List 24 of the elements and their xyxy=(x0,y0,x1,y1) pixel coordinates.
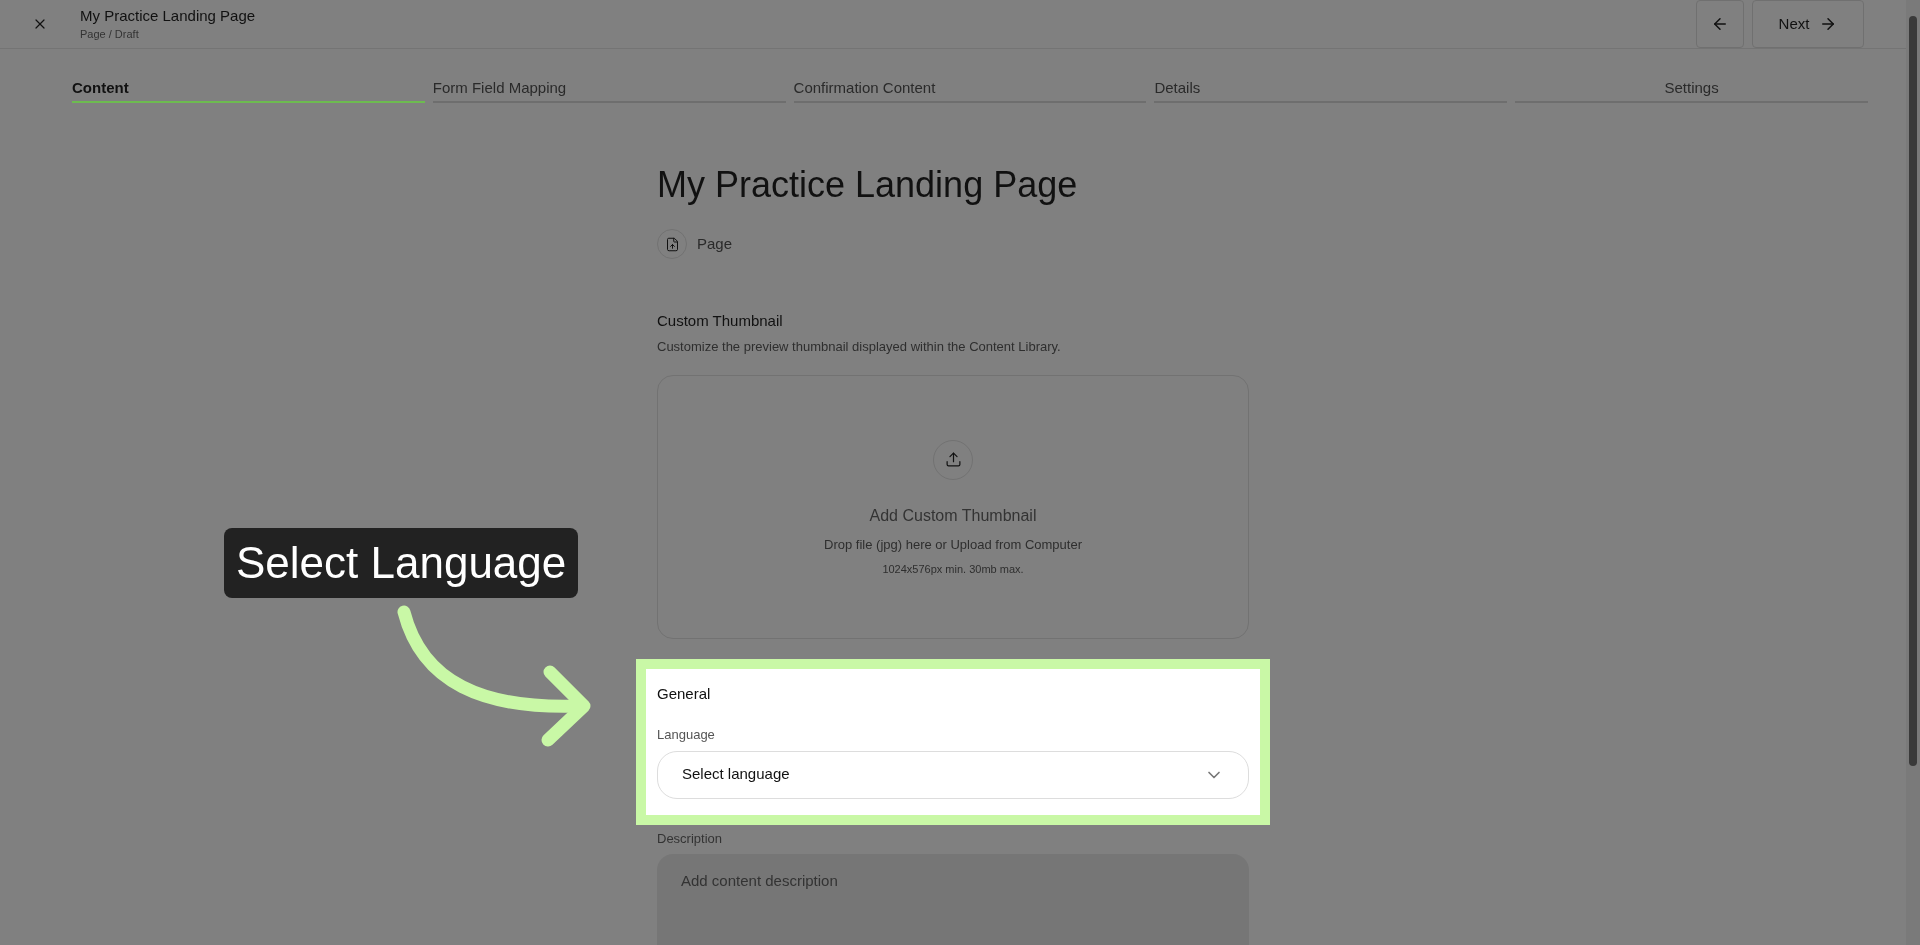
dropzone-title: Add Custom Thumbnail xyxy=(869,505,1037,526)
dropzone-hint: Drop file (jpg) here or Upload from Computer xyxy=(824,535,1082,554)
step-tab[interactable]: Form Field Mapping xyxy=(432,75,786,103)
content-type-label: Page xyxy=(697,233,733,254)
section-heading: Custom Thumbnail xyxy=(657,311,784,331)
thumbnail-dropzone[interactable]: Add Custom Thumbnail Drop file (jpg) here or Upload from Computer 1024x576px min. 30mb max. xyxy=(657,374,1249,639)
field-label: Language xyxy=(657,726,716,744)
scrollbar[interactable] xyxy=(1906,0,1920,945)
size-limits: 1024x576px min. 30mb max. xyxy=(882,562,1024,577)
step-tab[interactable]: Confirmation Content xyxy=(793,75,1147,103)
breadcrumb: Page / Draft xyxy=(80,27,140,42)
language-select[interactable]: Select language xyxy=(657,750,1249,799)
section-description: Customize the preview thumbnail displayed within the Content Library. xyxy=(657,338,1062,356)
section-heading: General xyxy=(657,683,712,704)
content-title: My Practice Landing Page xyxy=(657,163,1079,207)
step-tab[interactable]: Settings xyxy=(1515,75,1868,103)
page-title: My Practice Landing Page xyxy=(80,6,256,26)
next-button[interactable]: Next xyxy=(1752,0,1864,48)
description-field[interactable]: Add content description xyxy=(657,854,1249,945)
step-tab[interactable]: Content xyxy=(72,75,425,103)
back-button[interactable] xyxy=(1696,0,1744,48)
step-tab[interactable]: Details xyxy=(1154,75,1508,103)
callout-label: Select Language xyxy=(224,528,579,598)
field-label: Description xyxy=(657,829,724,848)
